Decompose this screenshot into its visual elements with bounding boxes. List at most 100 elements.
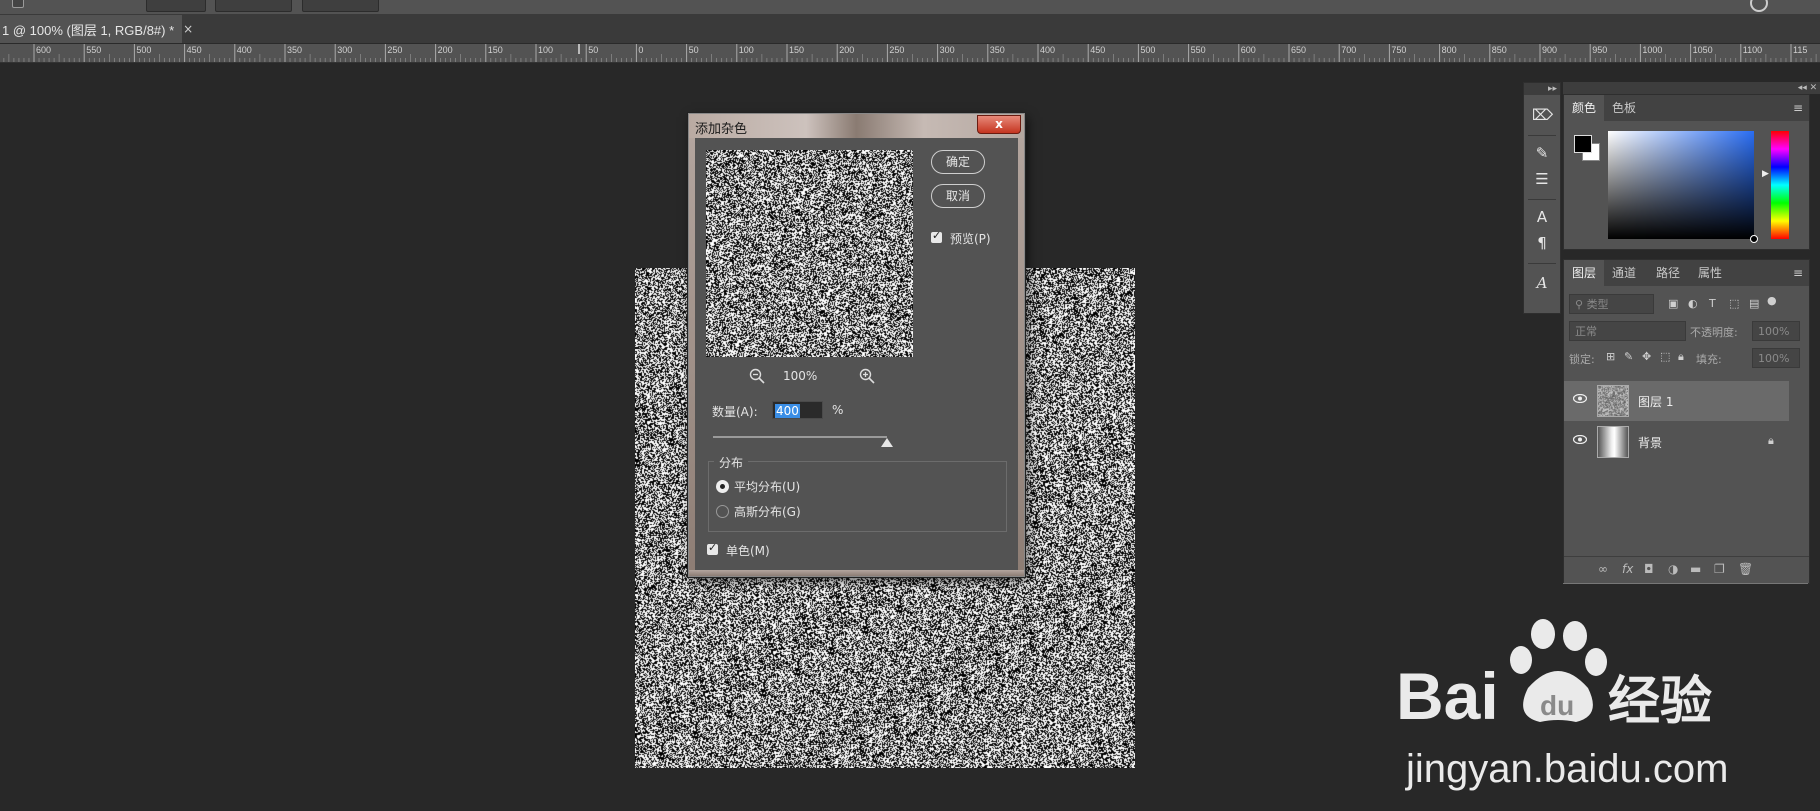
tab-color[interactable]: 颜色 [1564,95,1605,121]
amount-slider-track[interactable] [713,436,887,438]
gaussian-radio[interactable] [716,505,729,518]
paragraph-icon[interactable]: ¶ [1532,233,1552,253]
dialog-close-button[interactable]: x [977,115,1021,134]
opacity-value: 100% [1758,325,1790,338]
layer-style-icon[interactable]: fx [1622,562,1633,576]
panel-menu-icon[interactable]: ≡ [1793,101,1803,115]
new-layer-icon[interactable]: ❐ [1714,562,1725,576]
monochromatic-checkbox[interactable] [707,541,718,555]
lock-transparent-icon[interactable]: ⊞ [1606,350,1615,363]
glyphs-icon[interactable]: A [1532,273,1552,293]
close-tab-icon[interactable]: × [183,22,193,36]
adjustment-layer-icon[interactable]: ◑ [1668,562,1678,576]
baidu-paw-icon [1510,619,1607,676]
ruler-label: 650 [1291,45,1307,55]
dialog-frame-bottom [689,570,1024,576]
uniform-radio[interactable] [716,480,729,493]
ruler-label: 50 [588,45,599,55]
option-checkbox[interactable] [12,0,24,8]
layer-row[interactable]: 图层 1 [1564,381,1789,421]
hue-slider[interactable] [1771,131,1789,239]
color-spectrum[interactable] [1608,131,1754,239]
tab-paths[interactable]: 路径 [1648,260,1688,286]
ruler-label: 750 [1391,45,1407,55]
gaussian-label: 高斯分布(G) [734,505,801,519]
layer-row[interactable]: 背景 🔒︎ [1564,422,1789,462]
ruler-label: 950 [1592,45,1608,55]
color-panel: 颜色 色板 ≡ ▶ [1563,94,1810,250]
cancel-button[interactable]: 取消 [931,184,985,208]
option-button-3[interactable] [302,0,379,12]
amount-input[interactable]: 400 [772,401,823,419]
watermark-du: du [1540,690,1574,721]
filter-adjustment-icon[interactable]: ◐ [1688,297,1698,310]
delete-layer-icon[interactable]: 🗑︎ [1738,562,1753,576]
dock-collapse-icon[interactable]: ▸▸ [1524,83,1560,95]
option-button-1[interactable] [146,0,206,12]
layer-filter-select[interactable]: ⚲ 类型 [1569,294,1654,314]
visibility-eye-icon[interactable] [1573,435,1587,444]
filter-type-icon[interactable]: T [1709,297,1716,310]
panel-collapse-bar[interactable]: ◂◂ ✕ [1563,82,1820,94]
character-icon[interactable]: A [1532,207,1552,227]
layer-filter-text: 类型 [1586,298,1609,311]
color-picker-marker[interactable] [1750,235,1758,243]
ruler-label: 0 [638,45,644,55]
options-bar [0,0,1820,15]
ruler-label: 800 [1441,45,1457,55]
ruler-label: 450 [186,45,202,55]
document-tab[interactable]: 1 @ 100% (图层 1, RGB/8#) * × [0,15,193,43]
color-panel-tabs: 颜色 色板 ≡ [1564,95,1809,121]
zoom-in-icon[interactable] [859,368,875,384]
amount-value: 400 [775,404,800,418]
ruler-label: 250 [889,45,905,55]
search-icon[interactable] [1750,0,1768,12]
link-layers-icon[interactable]: ∞ [1598,562,1608,576]
filter-shape-icon[interactable]: ⬚ [1729,297,1739,310]
tab-channels[interactable]: 通道 [1604,260,1644,286]
amount-slider-thumb[interactable] [881,438,893,447]
lock-position-icon[interactable]: ✥ [1642,350,1651,363]
zoom-out-icon[interactable] [749,368,765,384]
ruler-label: 150 [789,45,805,55]
tab-properties[interactable]: 属性 [1690,260,1730,286]
ruler-label: 500 [136,45,152,55]
watermark-jingyan: 经验 [1608,672,1712,732]
tab-layers[interactable]: 图层 [1564,260,1605,286]
option-button-2[interactable] [215,0,292,12]
blend-mode-select[interactable]: 正常 [1569,321,1686,341]
ruler-label: 400 [236,45,252,55]
layer-thumbnail [1597,385,1629,417]
hue-pointer-icon[interactable]: ▶ [1762,169,1769,179]
tab-swatches[interactable]: 色板 [1604,95,1644,121]
brush-icon[interactable]: ✎ [1532,143,1552,163]
lock-artboard-icon[interactable]: ⬚ [1660,350,1670,363]
fill-input[interactable]: 100% [1752,348,1800,368]
baidu-jingyan-watermark: Bai du 经验 jingyan.baidu.com [1396,619,1728,791]
filter-image-icon[interactable]: ▣ [1668,297,1678,310]
preview-checkbox[interactable] [931,229,942,243]
lock-all-icon[interactable]: 🔒︎ [1678,350,1684,364]
lock-image-icon[interactable]: ✎ [1624,350,1633,363]
new-group-icon[interactable]: ▬ [1690,562,1701,576]
visibility-eye-icon[interactable] [1573,394,1587,403]
opacity-input[interactable]: 100% [1752,321,1800,341]
panel-menu-icon[interactable]: ≡ [1793,266,1803,280]
ruler-label: 115 [1793,45,1808,55]
layer-name: 背景 [1638,436,1663,450]
ruler-label: 600 [36,45,52,55]
ruler-label: 900 [1542,45,1558,55]
dialog-frame-right [1018,138,1024,576]
filter-smart-object-icon[interactable]: ▤ [1749,297,1759,310]
distribution-title: 分布 [714,454,749,471]
ok-button[interactable]: 确定 [931,150,985,174]
add-mask-icon[interactable]: ◘ [1644,562,1654,576]
dialog-titlebar[interactable]: 添加杂色 x [689,114,1024,138]
ruler-label: 700 [1341,45,1357,55]
filter-toggle-icon[interactable]: ● [1767,294,1777,307]
document-tab-bar: 1 @ 100% (图层 1, RGB/8#) * × [0,15,1820,44]
noise-preview[interactable] [706,150,913,357]
history-icon[interactable]: ⌦ [1532,105,1553,125]
adjustments-icon[interactable]: ☰ [1532,169,1552,189]
foreground-color-swatch[interactable] [1574,135,1592,153]
